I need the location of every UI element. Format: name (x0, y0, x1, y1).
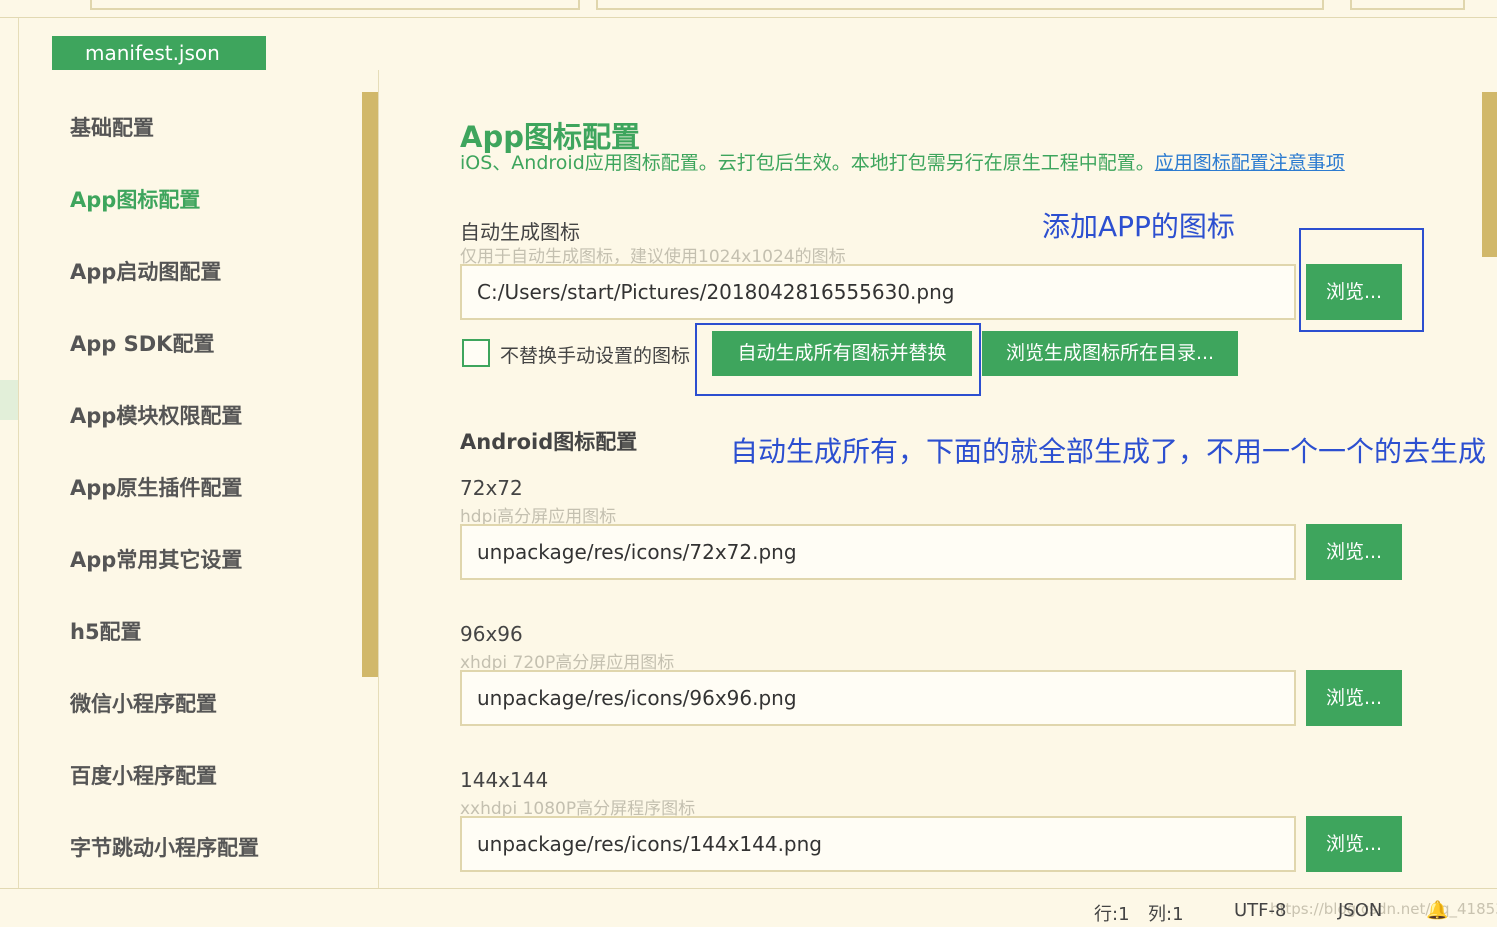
gutter-marker (0, 380, 18, 420)
top-input-3[interactable] (1350, 0, 1465, 10)
top-input-2[interactable] (596, 0, 1324, 10)
annotation-auto-generate: 自动生成所有，下面的就全部生成了，不用一个一个的去生成 (730, 435, 1487, 468)
file-tab[interactable]: manifest.json (52, 36, 266, 70)
sidebar-divider (378, 70, 379, 888)
sidebar-item-app-splash[interactable]: App启动图配置 (70, 257, 221, 287)
sidebar-item-h5[interactable]: h5配置 (70, 617, 142, 647)
top-input-1[interactable] (90, 0, 580, 10)
status-column[interactable]: 列:1 (1148, 900, 1184, 926)
main-scrollbar[interactable] (1482, 92, 1497, 257)
browse-icon-dir-button[interactable]: 浏览生成图标所在目录... (982, 331, 1238, 376)
android-72-label: 72x72 (460, 476, 523, 500)
android-96-browse-button[interactable]: 浏览... (1306, 670, 1402, 726)
android-96-label: 96x96 (460, 622, 523, 646)
annotation-add-icon: 添加APP的图标 (1042, 210, 1235, 243)
doc-link[interactable]: 应用图标配置注意事项 (1155, 152, 1345, 174)
android-72-path-input[interactable]: unpackage/res/icons/72x72.png (460, 524, 1296, 580)
sidebar-item-app-permissions[interactable]: App模块权限配置 (70, 401, 242, 431)
sidebar-item-wechat-mp[interactable]: 微信小程序配置 (70, 689, 217, 719)
android-72-browse-button[interactable]: 浏览... (1306, 524, 1402, 580)
sidebar-item-baidu-mp[interactable]: 百度小程序配置 (70, 761, 217, 791)
sidebar-scrollbar[interactable] (362, 92, 378, 677)
sidebar-item-basic[interactable]: 基础配置 (70, 113, 154, 143)
sidebar-item-app-native-plugins[interactable]: App原生插件配置 (70, 473, 242, 503)
sidebar-item-app-icon[interactable]: App图标配置 (70, 185, 200, 215)
android-section-title: Android图标配置 (460, 430, 638, 454)
auto-icon-label: 自动生成图标 (460, 220, 580, 244)
page-description: iOS、Android应用图标配置。云打包后生效。本地打包需另行在原生工程中配置… (460, 152, 1345, 174)
left-gutter (0, 18, 19, 888)
annotation-box-browse (1299, 228, 1424, 332)
auto-icon-path-input[interactable]: C:/Users/start/Pictures/2018042816555630… (460, 264, 1296, 320)
android-144-browse-button[interactable]: 浏览... (1306, 816, 1402, 872)
status-language[interactable]: JSON (1338, 900, 1382, 921)
sidebar-item-bytedance-mp[interactable]: 字节跳动小程序配置 (70, 833, 259, 863)
status-line[interactable]: 行:1 (1094, 900, 1130, 926)
android-144-label: 144x144 (460, 768, 549, 792)
android-144-path-input[interactable]: unpackage/res/icons/144x144.png (460, 816, 1296, 872)
no-replace-checkbox-label[interactable]: 不替换手动设置的图标 (500, 341, 690, 368)
android-96-path-input[interactable]: unpackage/res/icons/96x96.png (460, 670, 1296, 726)
sidebar-item-app-other-settings[interactable]: App常用其它设置 (70, 545, 242, 575)
watermark: https://blog.csdn.net/qq_41853447 (1270, 900, 1497, 918)
bell-icon[interactable]: 🔔 (1426, 900, 1448, 921)
no-replace-checkbox[interactable] (462, 339, 490, 367)
status-encoding[interactable]: UTF-8 (1234, 900, 1286, 921)
annotation-box-generate (695, 323, 981, 396)
sidebar-item-app-sdk[interactable]: App SDK配置 (70, 329, 214, 359)
